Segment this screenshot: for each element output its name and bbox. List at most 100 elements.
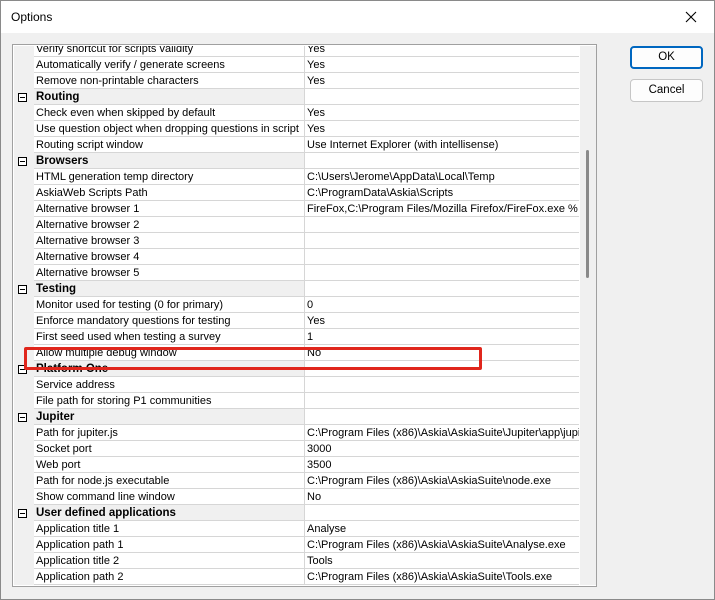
property-row[interactable]: AskiaWeb Scripts Path C:\ProgramData\Aski…: [14, 185, 579, 201]
row-gutter: [14, 73, 34, 89]
property-row[interactable]: Path for node.js executable C:\Program Fi…: [14, 473, 579, 489]
property-value: [305, 281, 579, 297]
collapse-icon[interactable]: [18, 413, 27, 422]
row-gutter: [14, 281, 34, 297]
property-row[interactable]: Alternative browser 3: [14, 233, 579, 249]
property-grid[interactable]: Verify shortcut for scripts validity Yes A…: [12, 44, 597, 587]
row-gutter: [14, 201, 34, 217]
row-gutter: [14, 441, 34, 457]
category-row[interactable]: Testing: [14, 281, 579, 297]
property-row[interactable]: Show command line window No: [14, 489, 579, 505]
property-row[interactable]: Use question object when dropping questi…: [14, 121, 579, 137]
property-row[interactable]: Routing script window Use Internet Explor…: [14, 137, 579, 153]
close-icon: [685, 11, 697, 23]
row-gutter: [14, 185, 34, 201]
category-row[interactable]: Routing: [14, 89, 579, 105]
property-row[interactable]: Application title 1 Analyse: [14, 521, 579, 537]
property-value[interactable]: [305, 233, 579, 249]
property-value[interactable]: 3500: [305, 457, 579, 473]
property-row[interactable]: Enforce mandatory questions for testing Y…: [14, 313, 579, 329]
property-name: Enforce mandatory questions for testing: [34, 313, 305, 329]
property-value[interactable]: FireFox,C:\Program Files/Mozilla Firefox…: [305, 201, 579, 217]
property-value[interactable]: [305, 217, 579, 233]
property-name: Application title 2: [34, 553, 305, 569]
property-value[interactable]: Yes: [305, 57, 579, 73]
property-row[interactable]: Application path 2 C:\Program Files (x86)…: [14, 569, 579, 585]
collapse-icon[interactable]: [18, 285, 27, 294]
property-value[interactable]: [305, 393, 579, 409]
property-value[interactable]: Yes: [305, 313, 579, 329]
property-row[interactable]: Application path 1 C:\Program Files (x86)…: [14, 537, 579, 553]
property-row[interactable]: Check even when skipped by default Yes: [14, 105, 579, 121]
property-row[interactable]: Web port 3500: [14, 457, 579, 473]
property-value[interactable]: Analyse: [305, 521, 579, 537]
property-row[interactable]: Remove non-printable characters Yes: [14, 73, 579, 89]
property-value[interactable]: C:\ProgramData\Askia\Scripts: [305, 185, 579, 201]
row-gutter: [14, 489, 34, 505]
category-label: Testing: [34, 281, 305, 297]
row-gutter: [14, 265, 34, 281]
category-row[interactable]: User defined applications: [14, 505, 579, 521]
property-value[interactable]: C:\Program Files (x86)\Askia\AskiaSuite\…: [305, 425, 579, 441]
property-name: Application path 1: [34, 537, 305, 553]
property-value[interactable]: 0: [305, 297, 579, 313]
collapse-icon[interactable]: [18, 365, 27, 374]
property-value[interactable]: C:\Program Files (x86)\Askia\AskiaSuite\…: [305, 569, 579, 585]
row-gutter: [14, 137, 34, 153]
property-row[interactable]: Verify shortcut for scripts validity Yes: [14, 46, 579, 57]
property-value[interactable]: Yes: [305, 73, 579, 89]
category-row[interactable]: Platform One: [14, 361, 579, 377]
property-row[interactable]: Alternative browser 2: [14, 217, 579, 233]
property-row[interactable]: HTML generation temp directory C:\Users\J…: [14, 169, 579, 185]
property-value[interactable]: C:\Users\Jerome\AppData\Local\Temp: [305, 169, 579, 185]
collapse-icon[interactable]: [18, 93, 27, 102]
property-row[interactable]: Application title 2 Tools: [14, 553, 579, 569]
property-value[interactable]: 1: [305, 329, 579, 345]
property-value[interactable]: C:\Program Files (x86)\Askia\AskiaSuite\…: [305, 537, 579, 553]
property-value[interactable]: 3000: [305, 441, 579, 457]
property-value[interactable]: [305, 377, 579, 393]
category-row[interactable]: Browsers: [14, 153, 579, 169]
category-label: User defined applications: [34, 505, 305, 521]
property-row[interactable]: Alternative browser 5: [14, 265, 579, 281]
property-row[interactable]: Service address: [14, 377, 579, 393]
vertical-scrollbar[interactable]: [580, 46, 596, 585]
row-gutter: [14, 233, 34, 249]
property-value: [305, 89, 579, 105]
property-row[interactable]: Monitor used for testing (0 for primary)…: [14, 297, 579, 313]
property-row[interactable]: Allow multiple debug window No: [14, 345, 579, 361]
property-name: Allow multiple debug window: [34, 345, 305, 361]
collapse-icon[interactable]: [18, 509, 27, 518]
property-row[interactable]: Alternative browser 1 FireFox,C:\Program …: [14, 201, 579, 217]
category-row[interactable]: Jupiter: [14, 409, 579, 425]
collapse-icon[interactable]: [18, 157, 27, 166]
property-value[interactable]: Use Internet Explorer (with intellisense…: [305, 137, 579, 153]
property-name: Use question object when dropping questi…: [34, 121, 305, 137]
row-gutter: [14, 249, 34, 265]
close-button[interactable]: [668, 1, 714, 33]
property-value[interactable]: C:\Program Files (x86)\Askia\AskiaSuite\…: [305, 473, 579, 489]
property-row[interactable]: Path for jupiter.js C:\Program Files (x86…: [14, 425, 579, 441]
property-value[interactable]: No: [305, 489, 579, 505]
row-gutter: [14, 457, 34, 473]
property-row[interactable]: Alternative browser 4: [14, 249, 579, 265]
property-value[interactable]: [305, 265, 579, 281]
property-value[interactable]: Yes: [305, 105, 579, 121]
property-row[interactable]: Socket port 3000: [14, 441, 579, 457]
property-row[interactable]: File path for storing P1 communities: [14, 393, 579, 409]
row-gutter: [14, 361, 34, 377]
property-value[interactable]: Yes: [305, 121, 579, 137]
property-value[interactable]: Yes: [305, 46, 579, 57]
property-row[interactable]: Automatically verify / generate screens Y…: [14, 57, 579, 73]
scrollbar-thumb[interactable]: [586, 150, 589, 278]
property-value[interactable]: [305, 249, 579, 265]
property-value[interactable]: No: [305, 345, 579, 361]
property-rows: Verify shortcut for scripts validity Yes A…: [14, 46, 579, 585]
ok-button[interactable]: OK: [630, 46, 703, 69]
property-name: Service address: [34, 377, 305, 393]
property-name: Alternative browser 1: [34, 201, 305, 217]
row-gutter: [14, 553, 34, 569]
property-row[interactable]: First seed used when testing a survey 1: [14, 329, 579, 345]
cancel-button[interactable]: Cancel: [630, 79, 703, 102]
property-value[interactable]: Tools: [305, 553, 579, 569]
